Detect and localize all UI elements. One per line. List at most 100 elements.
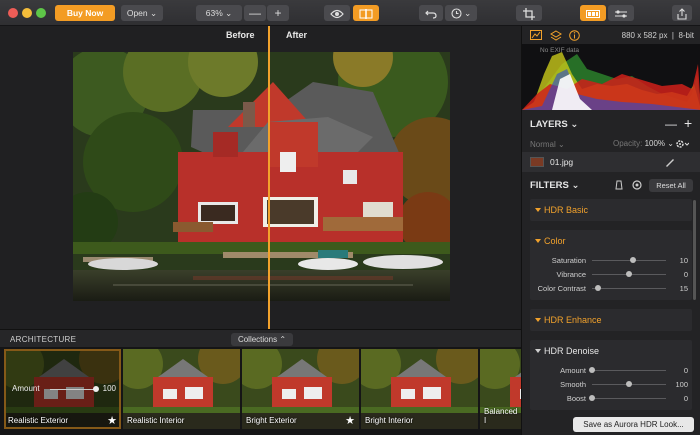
sliders-icon — [615, 10, 627, 18]
slider-value: 100 — [675, 380, 688, 389]
image-dimensions: 880 x 582 px — [621, 31, 668, 40]
zoom-window-button[interactable] — [36, 8, 46, 18]
filter-settings-icon[interactable] — [632, 180, 642, 190]
preset-label: Bright Interior — [365, 416, 414, 425]
filter-card: HDR Enhance — [530, 309, 692, 331]
info-icon[interactable] — [569, 30, 580, 41]
preset-thumbnail[interactable]: Balanced I — [480, 349, 521, 429]
layer-item[interactable]: 01.jpg — [522, 152, 700, 172]
layers-icon[interactable] — [550, 30, 562, 41]
slider-knob[interactable] — [589, 395, 595, 401]
filter-card: HDR Basic — [530, 199, 692, 221]
history-button[interactable]: ⌄ — [445, 5, 477, 21]
undo-button[interactable] — [419, 5, 443, 21]
slider-track[interactable] — [592, 370, 666, 371]
amount-value: 100 — [102, 384, 116, 393]
house-photo-image — [73, 52, 450, 301]
slider-track[interactable] — [592, 260, 666, 261]
presets-header: ARCHITECTURE Collections ⌃ — [0, 329, 521, 347]
histogram-icon[interactable] — [530, 30, 542, 40]
filter-slider[interactable]: Smooth 100 — [530, 378, 692, 390]
slider-knob[interactable] — [594, 285, 601, 291]
disclosure-triangle-icon[interactable] — [535, 239, 541, 243]
panel-scrollbar[interactable] — [693, 200, 696, 300]
star-icon[interactable]: ★ — [107, 414, 117, 427]
clock-icon — [451, 8, 462, 19]
buy-now-button[interactable]: Buy Now — [55, 5, 115, 21]
split-view-button[interactable] — [353, 5, 379, 21]
filter-title[interactable]: HDR Enhance — [544, 309, 602, 331]
amount-label: Amount — [12, 384, 40, 393]
share-button[interactable] — [672, 5, 692, 21]
remove-layer-button[interactable]: — — [665, 117, 677, 131]
preset-label: Balanced I — [484, 407, 518, 425]
slider-value: 15 — [679, 284, 688, 293]
eye-icon — [330, 9, 344, 18]
slider-label: Saturation — [551, 256, 586, 265]
preset-thumbnail[interactable]: Amount 100 Realistic Exterior ★ — [4, 349, 121, 429]
preset-label: Bright Exterior — [246, 416, 297, 425]
filter-slider[interactable]: Color Contrast 15 — [530, 282, 692, 294]
filter-title[interactable]: HDR Basic — [544, 199, 588, 221]
open-button[interactable]: Open ⌄ — [121, 5, 163, 21]
slider-track[interactable] — [592, 398, 666, 399]
slider-knob[interactable] — [629, 257, 636, 263]
gear-icon[interactable] — [675, 139, 689, 149]
opacity-control[interactable]: Opacity: 100% ⌄ — [613, 139, 674, 148]
filter-slider[interactable]: Boost 0 — [530, 392, 692, 404]
filter-slider[interactable]: Vibrance 0 — [530, 268, 692, 280]
histogram: No EXIF data — [522, 44, 700, 110]
save-look-button[interactable]: Save as Aurora HDR Look... — [573, 417, 694, 432]
share-icon — [677, 7, 687, 20]
image-info: 880 x 582 px | 8-bit — [621, 31, 694, 40]
before-label: Before — [226, 30, 255, 40]
filter-title[interactable]: HDR Denoise — [544, 340, 599, 362]
star-icon[interactable]: ★ — [345, 414, 355, 427]
slider-value: 0 — [683, 366, 688, 375]
blend-mode-select[interactable]: Normal ⌄ — [530, 140, 565, 149]
preset-thumbnail[interactable]: Realistic Interior — [123, 349, 240, 429]
preset-amount-slider[interactable]: Amount 100 — [12, 383, 116, 395]
undo-icon — [425, 10, 437, 19]
filter-title[interactable]: Color — [544, 230, 566, 252]
slider-knob[interactable] — [626, 381, 632, 387]
layout-presets-button[interactable] — [580, 5, 606, 21]
close-window-button[interactable] — [8, 8, 18, 18]
zoom-in-button[interactable]: + — [267, 5, 289, 21]
filters-title: FILTERS ⌄ — [530, 180, 580, 191]
photo-preview — [73, 52, 450, 301]
reset-all-button[interactable]: Reset All — [649, 179, 693, 192]
slider-label: Color Contrast — [537, 284, 586, 293]
chevron-down-icon: ⌄ — [150, 8, 158, 18]
disclosure-triangle-icon[interactable] — [535, 208, 541, 212]
slider-knob[interactable] — [626, 271, 632, 277]
preview-toggle-button[interactable] — [324, 5, 350, 21]
slider-track[interactable] — [592, 288, 666, 289]
slider-label: Boost — [566, 394, 586, 403]
amount-knob[interactable] — [93, 386, 99, 392]
disclosure-triangle-icon[interactable] — [535, 349, 541, 353]
preset-thumbnail[interactable]: Bright Exterior ★ — [242, 349, 359, 429]
mask-icon[interactable] — [614, 180, 624, 190]
chevron-down-icon: ⌄ — [570, 119, 579, 130]
zoom-select[interactable]: 63% ⌄ — [196, 5, 242, 21]
filter-slider[interactable]: Amount 0 — [530, 364, 692, 376]
zoom-out-button[interactable]: — — [244, 5, 266, 21]
filter-slider[interactable]: Saturation 10 — [530, 254, 692, 266]
disclosure-triangle-icon[interactable] — [535, 318, 541, 322]
add-layer-button[interactable]: + — [684, 115, 692, 131]
slider-label: Amount — [560, 366, 586, 375]
before-after-divider-handle[interactable] — [268, 26, 270, 329]
crop-button[interactable] — [516, 5, 542, 21]
brush-icon[interactable] — [664, 156, 676, 168]
adjustments-panel-button[interactable] — [608, 5, 634, 21]
split-view-icon — [359, 8, 373, 19]
zoom-label: 63% — [205, 8, 223, 18]
slider-value: 0 — [683, 394, 688, 403]
image-canvas[interactable]: Before After — [0, 26, 521, 329]
slider-knob[interactable] — [589, 367, 595, 373]
minimize-window-button[interactable] — [22, 8, 32, 18]
preset-thumbnail[interactable]: Bright Interior — [361, 349, 478, 429]
app-window: Buy Now Open ⌄ 63% ⌄ — + ⌄ Before After … — [0, 0, 700, 435]
collections-dropdown[interactable]: Collections ⌃ — [231, 333, 293, 346]
